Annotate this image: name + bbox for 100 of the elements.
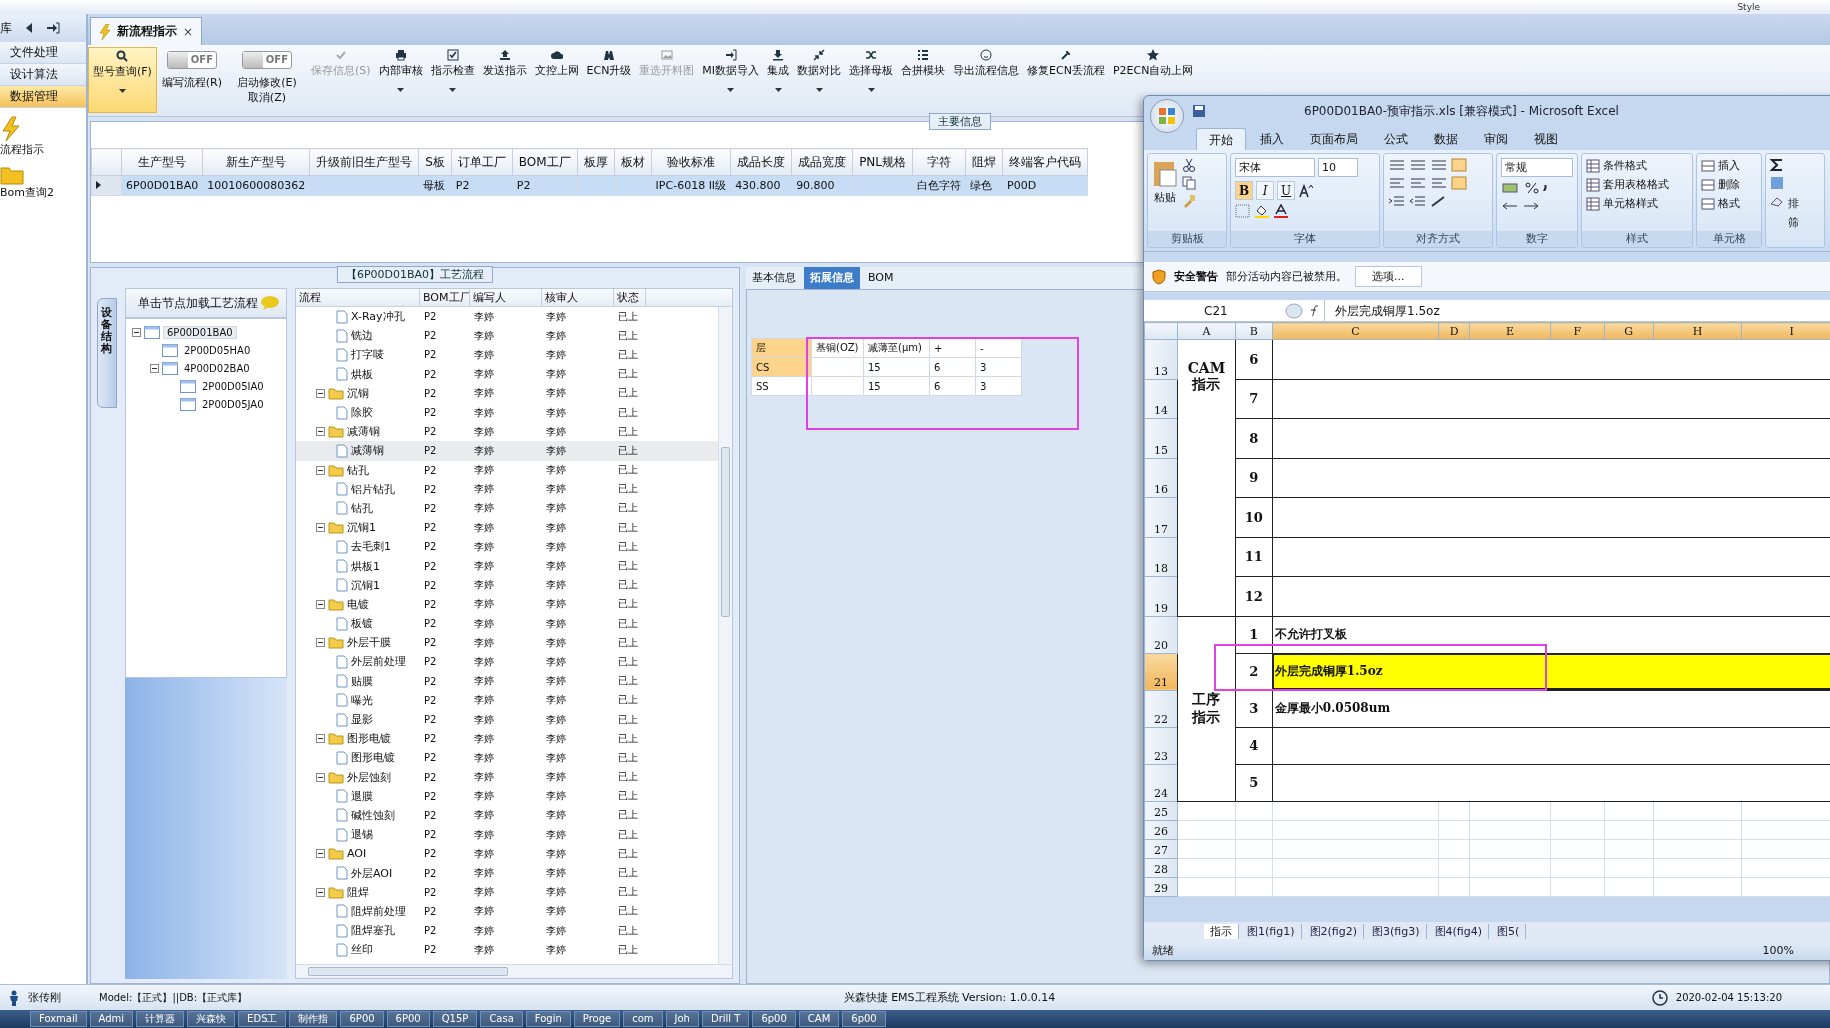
tab[interactable]: BOM xyxy=(862,267,900,289)
taskbar-item[interactable]: Joh xyxy=(665,1011,699,1027)
row-header[interactable]: 17 xyxy=(1144,497,1178,537)
ribbon-tab[interactable]: 审阅 xyxy=(1472,128,1520,150)
sheet-tab[interactable]: 指示 xyxy=(1204,923,1239,939)
column-header[interactable]: F xyxy=(1550,322,1605,340)
ribbon-tab[interactable]: 插入 xyxy=(1248,128,1296,150)
taskbar-item[interactable]: Proge xyxy=(573,1011,621,1027)
toolbar-button[interactable]: 数据对比 xyxy=(793,47,846,94)
formula-field[interactable]: 外层完成铜厚1.5oz xyxy=(1324,300,1440,321)
select-all-corner[interactable] xyxy=(1144,322,1178,340)
row-header[interactable]: 15 xyxy=(1144,418,1178,458)
ribbon-label[interactable]: 筛 xyxy=(1788,215,1799,230)
ribbon-tab[interactable]: 公式 xyxy=(1372,128,1420,150)
column-header[interactable]: 验收标准 xyxy=(651,148,731,176)
style-label[interactable]: Style xyxy=(1737,2,1760,12)
scrollbar[interactable] xyxy=(296,964,732,978)
style-button[interactable]: 条件格式 xyxy=(1586,158,1669,173)
style-button[interactable]: 套用表格格式 xyxy=(1586,177,1669,192)
column-header[interactable]: 编写人 xyxy=(470,289,542,306)
taskbar-item[interactable]: com xyxy=(623,1011,663,1027)
cells-button[interactable]: 删除 xyxy=(1701,177,1740,192)
column-header[interactable]: 流程 xyxy=(296,289,420,306)
taskbar-item[interactable]: 兴森快 xyxy=(187,1011,236,1027)
close-button[interactable]: × xyxy=(183,24,194,39)
column-header[interactable]: 成品宽度 xyxy=(791,148,853,176)
taskbar-item[interactable]: 6p00 xyxy=(842,1011,886,1027)
row-header[interactable]: 19 xyxy=(1144,576,1178,616)
toolbar-button[interactable]: 发送指示 xyxy=(478,47,531,78)
column-header[interactable]: A xyxy=(1177,322,1236,340)
tab[interactable]: 基本信息 xyxy=(746,267,802,289)
tree-node[interactable]: 6P00D01BA0 xyxy=(163,325,237,339)
row-header[interactable]: 13 xyxy=(1144,339,1178,379)
row-header[interactable]: 14 xyxy=(1144,379,1178,419)
toolbar-button[interactable]: 集成 xyxy=(763,47,794,94)
name-box[interactable]: C21 xyxy=(1144,303,1284,318)
column-header[interactable]: B xyxy=(1235,322,1273,340)
toolbar-button[interactable]: ECN升级 xyxy=(582,47,636,78)
font-size-select[interactable]: 10 xyxy=(1318,158,1358,177)
toolbar-button[interactable]: 型号查询(F) xyxy=(88,47,157,113)
column-header[interactable]: I xyxy=(1741,322,1830,340)
sheet-tab[interactable]: 图5( xyxy=(1491,923,1527,939)
document-tab[interactable]: 新流程指示 × xyxy=(90,17,203,45)
row-header[interactable]: 21 xyxy=(1144,653,1178,690)
ribbon-tab[interactable]: 视图 xyxy=(1522,128,1570,150)
taskbar-item[interactable]: EDS工 xyxy=(238,1011,287,1027)
ribbon-tab[interactable]: 开始 xyxy=(1196,128,1246,150)
row-header[interactable]: 16 xyxy=(1144,458,1178,498)
sheet-tab[interactable]: 图1(fig1) xyxy=(1241,923,1302,939)
column-header[interactable]: BOM工厂 xyxy=(512,148,578,176)
toggle-switch[interactable]: OFF xyxy=(166,51,217,69)
column-header[interactable]: 新生产型号 xyxy=(202,148,310,176)
row-header[interactable]: 22 xyxy=(1144,690,1178,727)
toolbar-button[interactable]: 合拼模块 xyxy=(897,47,950,78)
toolbar-button[interactable]: 修复ECN丢流程 xyxy=(1023,47,1109,78)
taskbar-item[interactable]: Drill T xyxy=(701,1011,750,1027)
column-header[interactable]: 字符 xyxy=(912,148,966,176)
column-header[interactable]: S板 xyxy=(418,148,452,176)
toolbar-button[interactable]: 内部审核 xyxy=(374,47,427,94)
style-button[interactable]: 单元格样式 xyxy=(1586,196,1669,211)
format-button[interactable]: U xyxy=(1277,181,1295,200)
taskbar-item[interactable]: 6P00 xyxy=(386,1011,430,1027)
tree-node[interactable]: 4P00D02BA0 xyxy=(181,362,253,374)
column-header[interactable]: 订单工厂 xyxy=(451,148,513,176)
taskbar-item[interactable]: 计算器 xyxy=(136,1011,185,1027)
scrollbar[interactable] xyxy=(718,307,732,964)
tab[interactable]: 拓展信息 xyxy=(804,267,860,289)
column-header[interactable]: H xyxy=(1653,322,1742,340)
cells-button[interactable]: 插入 xyxy=(1701,158,1740,173)
column-header[interactable]: 生产型号 xyxy=(121,148,203,176)
toolbar-button[interactable]: 导出流程信息 xyxy=(949,47,1024,78)
font-select[interactable]: 宋体 xyxy=(1235,158,1315,177)
toolbar-button[interactable]: MI数据导入 xyxy=(698,47,764,94)
number-format-select[interactable]: 常规 xyxy=(1501,158,1573,177)
cells-button[interactable]: 格式 xyxy=(1701,196,1740,211)
taskbar-item[interactable]: Fogin xyxy=(525,1011,571,1027)
column-header[interactable]: 终端客户代码 xyxy=(1002,148,1088,176)
ribbon-tab[interactable]: 页面布局 xyxy=(1298,128,1370,150)
shortcut-label[interactable]: 流程指示 xyxy=(0,142,44,157)
nav-item[interactable]: 设计算法 xyxy=(0,64,86,86)
taskbar-item[interactable]: 6P00 xyxy=(340,1011,384,1027)
options-button[interactable]: 选项... xyxy=(1355,266,1422,287)
format-button[interactable]: I xyxy=(1256,181,1274,200)
column-header[interactable]: E xyxy=(1469,322,1551,340)
tree-node[interactable]: 2P00D05IA0 xyxy=(199,380,267,392)
taskbar-item[interactable]: Foxmail xyxy=(30,1011,87,1027)
column-header[interactable]: D xyxy=(1438,322,1470,340)
ribbon-label[interactable]: 排 xyxy=(1788,196,1799,211)
taskbar-item[interactable]: CAM xyxy=(798,1011,840,1027)
column-header[interactable]: 升级前旧生产型号 xyxy=(309,148,419,176)
paste-button[interactable]: 粘贴 xyxy=(1152,158,1178,227)
side-tab[interactable]: 设备结构 xyxy=(97,298,117,408)
taskbar-item[interactable]: Admi xyxy=(89,1011,134,1027)
taskbar-item[interactable]: 制作指 xyxy=(289,1011,338,1027)
toolbar-button[interactable]: 选择母板 xyxy=(845,47,898,94)
column-header[interactable]: 成品长度 xyxy=(730,148,792,176)
column-header[interactable]: G xyxy=(1604,322,1654,340)
nav-item[interactable]: 文件处理 xyxy=(0,42,86,64)
toggle-switch[interactable]: OFF xyxy=(241,51,292,69)
taskbar-item[interactable]: 6p00 xyxy=(752,1011,796,1027)
